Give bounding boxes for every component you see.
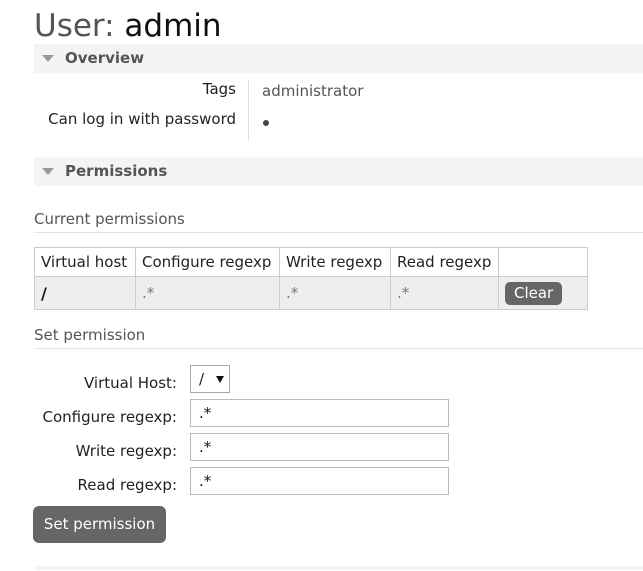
- cell-configure-regexp: .*: [135, 276, 280, 310]
- column-header-virtual-host: Virtual host: [34, 247, 136, 277]
- write-regexp-label: Write regexp:: [75, 442, 177, 460]
- page-title: User: admin: [34, 6, 222, 46]
- column-header-configure-regexp: Configure regexp: [135, 247, 280, 277]
- table-row: / .* .* .* Clear: [34, 276, 588, 310]
- chevron-down-icon: [216, 376, 224, 383]
- column-header-actions: [498, 247, 588, 277]
- configure-regexp-input[interactable]: [190, 399, 449, 427]
- column-header-read-regexp: Read regexp: [390, 247, 499, 277]
- configure-regexp-label: Configure regexp:: [42, 408, 177, 426]
- current-permissions-heading: Current permissions: [34, 210, 643, 233]
- set-permission-button[interactable]: Set permission: [33, 506, 166, 543]
- page-title-prefix: User:: [34, 8, 115, 44]
- read-regexp-input[interactable]: [190, 467, 449, 495]
- tags-label: Tags: [202, 80, 236, 98]
- virtual-host-select[interactable]: /: [190, 365, 230, 393]
- collapse-triangle-icon: [42, 168, 54, 175]
- cell-write-regexp: .*: [279, 276, 391, 310]
- virtual-host-label: Virtual Host:: [84, 374, 177, 392]
- collapse-triangle-icon: [42, 55, 54, 62]
- can-login-label: Can log in with password: [48, 110, 236, 128]
- next-section-edge: [34, 566, 643, 570]
- overview-section-header[interactable]: Overview: [34, 44, 643, 73]
- permissions-section-title: Permissions: [65, 162, 168, 180]
- read-regexp-label: Read regexp:: [77, 476, 177, 494]
- write-regexp-input[interactable]: [190, 433, 449, 461]
- overview-divider: [248, 80, 249, 141]
- page-title-user: admin: [124, 8, 222, 44]
- overview-section-title: Overview: [65, 49, 145, 67]
- permissions-table: Virtual host Configure regexp Write rege…: [34, 247, 588, 310]
- cell-read-regexp: .*: [390, 276, 499, 310]
- column-header-write-regexp: Write regexp: [279, 247, 391, 277]
- virtual-host-selected-value: /: [199, 370, 205, 388]
- cell-actions: Clear: [498, 276, 588, 310]
- cell-virtual-host: /: [34, 276, 136, 310]
- tags-value: administrator: [262, 82, 364, 100]
- permissions-section-header[interactable]: Permissions: [34, 157, 643, 186]
- set-permission-heading: Set permission: [34, 326, 643, 349]
- table-header-row: Virtual host Configure regexp Write rege…: [34, 247, 588, 277]
- clear-button[interactable]: Clear: [505, 281, 563, 305]
- bullet-dot-icon: [263, 120, 269, 126]
